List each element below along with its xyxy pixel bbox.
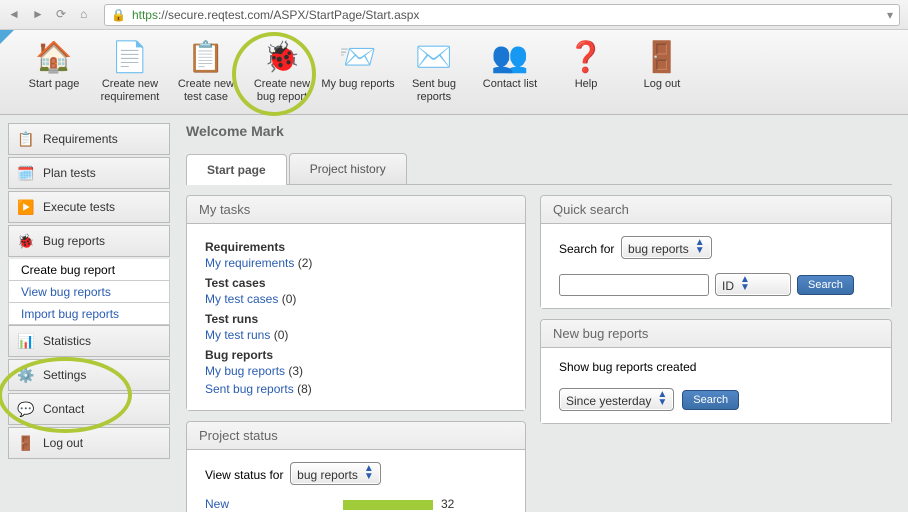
link-my-test-runs[interactable]: My test runs xyxy=(205,328,270,342)
panel-my-tasks: My tasks Requirements My requirements (2… xyxy=(186,195,526,411)
reload-icon[interactable]: ⟳ xyxy=(56,7,72,23)
task-group-test-cases: Test cases xyxy=(205,276,507,290)
sidebar-item-plan-tests[interactable]: 🗓️Plan tests xyxy=(8,157,170,189)
bug-add-icon: 🐞 xyxy=(262,38,302,76)
people-icon: 👥 xyxy=(490,38,530,76)
task-group-test-runs: Test runs xyxy=(205,312,507,326)
tool-my-bug-reports[interactable]: 📨My bug reports xyxy=(320,34,396,91)
door-icon: 🚪 xyxy=(17,434,35,452)
door-icon: 🚪 xyxy=(642,38,682,76)
sidebar-item-contact[interactable]: 💬Contact xyxy=(8,393,170,425)
tab-project-history[interactable]: Project history xyxy=(289,153,407,184)
tabs: Start page Project history xyxy=(186,153,892,185)
tool-create-test-case[interactable]: 📋Create new test case xyxy=(168,34,244,104)
tool-log-out[interactable]: 🚪Log out xyxy=(624,34,700,91)
back-icon[interactable]: ◄ xyxy=(8,7,24,23)
link-my-test-cases[interactable]: My test cases xyxy=(205,292,278,306)
plan-icon: 🗓️ xyxy=(17,164,35,182)
bug-icon: 🐞 xyxy=(17,232,35,250)
tool-create-requirement[interactable]: 📄Create new requirement xyxy=(92,34,168,104)
link-my-bug-reports[interactable]: My bug reports xyxy=(205,364,285,378)
panel-header-project-status: Project status xyxy=(187,422,525,450)
sidebar-item-requirements[interactable]: 📋Requirements xyxy=(8,123,170,155)
sidebar-sub-create-bug-report[interactable]: Create bug report xyxy=(8,259,170,281)
sidebar-item-log-out[interactable]: 🚪Log out xyxy=(8,427,170,459)
house-icon: 🏠 xyxy=(34,38,74,76)
tool-contact-list[interactable]: 👥Contact list xyxy=(472,34,548,91)
select-search-type[interactable]: bug reports▲▼ xyxy=(621,236,712,259)
welcome-heading: Welcome Mark xyxy=(186,123,892,139)
lock-icon: 🔒 xyxy=(111,8,126,22)
clipboard-add-icon: 📋 xyxy=(186,38,226,76)
content-area: Welcome Mark Start page Project history … xyxy=(170,115,908,512)
sidebar-item-execute-tests[interactable]: ▶️Execute tests xyxy=(8,191,170,223)
select-since[interactable]: Since yesterday▲▼ xyxy=(559,388,674,411)
link-my-requirements[interactable]: My requirements xyxy=(205,256,294,270)
panel-header-quick-search: Quick search xyxy=(541,196,891,224)
link-sent-bug-reports[interactable]: Sent bug reports xyxy=(205,382,294,396)
document-add-icon: 📄 xyxy=(110,38,150,76)
sidebar-sub-import-bug-reports[interactable]: Import bug reports xyxy=(8,303,170,325)
tool-sent-bug-reports[interactable]: ✉️Sent bug reports xyxy=(396,34,472,104)
status-row-new: New32 xyxy=(205,495,507,512)
sidebar-sub-view-bug-reports[interactable]: View bug reports xyxy=(8,281,170,303)
play-icon: ▶️ xyxy=(17,198,35,216)
new-bug-search-button[interactable]: Search xyxy=(682,390,739,410)
panel-project-status: Project status View status for bug repor… xyxy=(186,421,526,512)
task-group-bug-reports: Bug reports xyxy=(205,348,507,362)
sidebar-item-statistics[interactable]: 📊Statistics xyxy=(8,325,170,357)
envelope-icon: ✉️ xyxy=(414,38,454,76)
home-icon[interactable]: ⌂ xyxy=(80,7,96,23)
page-fold-icon xyxy=(0,30,14,44)
search-input[interactable] xyxy=(559,274,709,296)
panel-quick-search: Quick search Search for bug reports▲▼ ID… xyxy=(540,195,892,309)
url-dropdown-icon[interactable]: ▾ xyxy=(887,8,893,22)
panel-header-new-bug-reports: New bug reports xyxy=(541,320,891,348)
url-text: https://secure.reqtest.com/ASPX/StartPag… xyxy=(132,8,419,22)
status-bar-new xyxy=(343,500,433,510)
envelope-open-icon: 📨 xyxy=(338,38,378,76)
gear-icon: ⚙️ xyxy=(17,366,35,384)
panel-header-my-tasks: My tasks xyxy=(187,196,525,224)
chat-icon: 💬 xyxy=(17,400,35,418)
new-bug-reports-label: Show bug reports created xyxy=(559,360,873,374)
help-icon: ❓ xyxy=(566,38,606,76)
view-status-label: View status for xyxy=(205,468,283,482)
browser-nav-bar: ◄ ► ⟳ ⌂ 🔒 https://secure.reqtest.com/ASP… xyxy=(0,0,908,30)
sidebar-item-bug-reports[interactable]: 🐞Bug reports xyxy=(8,225,170,257)
tool-help[interactable]: ❓Help xyxy=(548,34,624,91)
search-button[interactable]: Search xyxy=(797,275,854,295)
sidebar: 📋Requirements 🗓️Plan tests ▶️Execute tes… xyxy=(0,115,170,512)
tab-start-page[interactable]: Start page xyxy=(186,154,287,185)
quick-search-label: Search for xyxy=(559,242,614,256)
tool-create-bug-report[interactable]: 🐞Create new bug report xyxy=(244,34,320,104)
task-group-requirements: Requirements xyxy=(205,240,507,254)
forward-icon[interactable]: ► xyxy=(32,7,48,23)
select-search-field[interactable]: ID▲▼ xyxy=(715,273,791,296)
chart-icon: 📊 xyxy=(17,332,35,350)
main-toolbar: 🏠Start page 📄Create new requirement 📋Cre… xyxy=(0,30,908,115)
select-view-status-for[interactable]: bug reports▲▼ xyxy=(290,462,381,485)
status-link-new[interactable]: New xyxy=(205,495,335,512)
panel-new-bug-reports: New bug reports Show bug reports created… xyxy=(540,319,892,424)
sidebar-item-settings[interactable]: ⚙️Settings xyxy=(8,359,170,391)
tool-start-page[interactable]: 🏠Start page xyxy=(16,34,92,91)
url-bar[interactable]: 🔒 https://secure.reqtest.com/ASPX/StartP… xyxy=(104,4,900,26)
doc-icon: 📋 xyxy=(17,130,35,148)
